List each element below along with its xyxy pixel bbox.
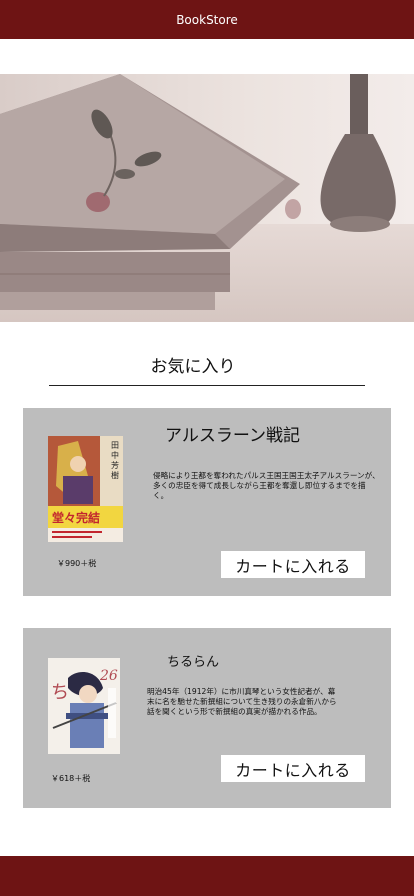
book-card: ち 26 ちるらん 明治45年（1912年）に市川真琴という女性記者が、幕末に名… [23, 628, 391, 808]
book-cover-image[interactable]: 田 中 芳 樹 堂々完結 [48, 436, 123, 542]
hero-photo [0, 74, 414, 322]
book-title: アルスラーン戦記 [165, 426, 300, 446]
book-price: ￥618＋税 [51, 774, 91, 783]
book-price: ￥990＋税 [57, 559, 97, 568]
svg-text:ち: ち [51, 682, 69, 703]
svg-text:田: 田 [111, 441, 119, 450]
svg-text:26: 26 [99, 668, 118, 684]
add-to-cart-button[interactable]: カートに入れる [221, 551, 365, 578]
svg-text:樹: 樹 [111, 470, 119, 480]
book-cover-image[interactable]: ち 26 [48, 658, 120, 754]
app-header: BookStore [0, 0, 414, 39]
app-footer [0, 856, 414, 896]
app-title: BookStore [176, 12, 238, 27]
chiruran-cover-art: ち 26 [48, 658, 120, 754]
svg-text:芳: 芳 [111, 460, 119, 470]
add-to-cart-button[interactable]: カートに入れる [221, 755, 365, 782]
heading-divider [49, 385, 365, 386]
svg-text:中: 中 [111, 450, 119, 460]
arslan-cover-art: 田 中 芳 樹 堂々完結 [48, 436, 123, 542]
book-title: ちるらん [167, 655, 220, 670]
book-description: 侵略により王都を奪われたパルス王国王国王太子アルスラーンが、 多くの忠臣を得て成… [153, 471, 384, 500]
book-description: 明治45年（1912年）に市川真琴という女性記者が、幕末に名を馳せた新撰組につい… [147, 687, 337, 716]
book-card: 田 中 芳 樹 堂々完結 アルスラーン戦記 侵略により王都を奪われたパルス王国王… [23, 408, 391, 596]
hero-image [0, 74, 414, 322]
svg-text:堂々完結: 堂々完結 [52, 510, 100, 525]
favorites-heading: お気に入り [150, 357, 236, 377]
